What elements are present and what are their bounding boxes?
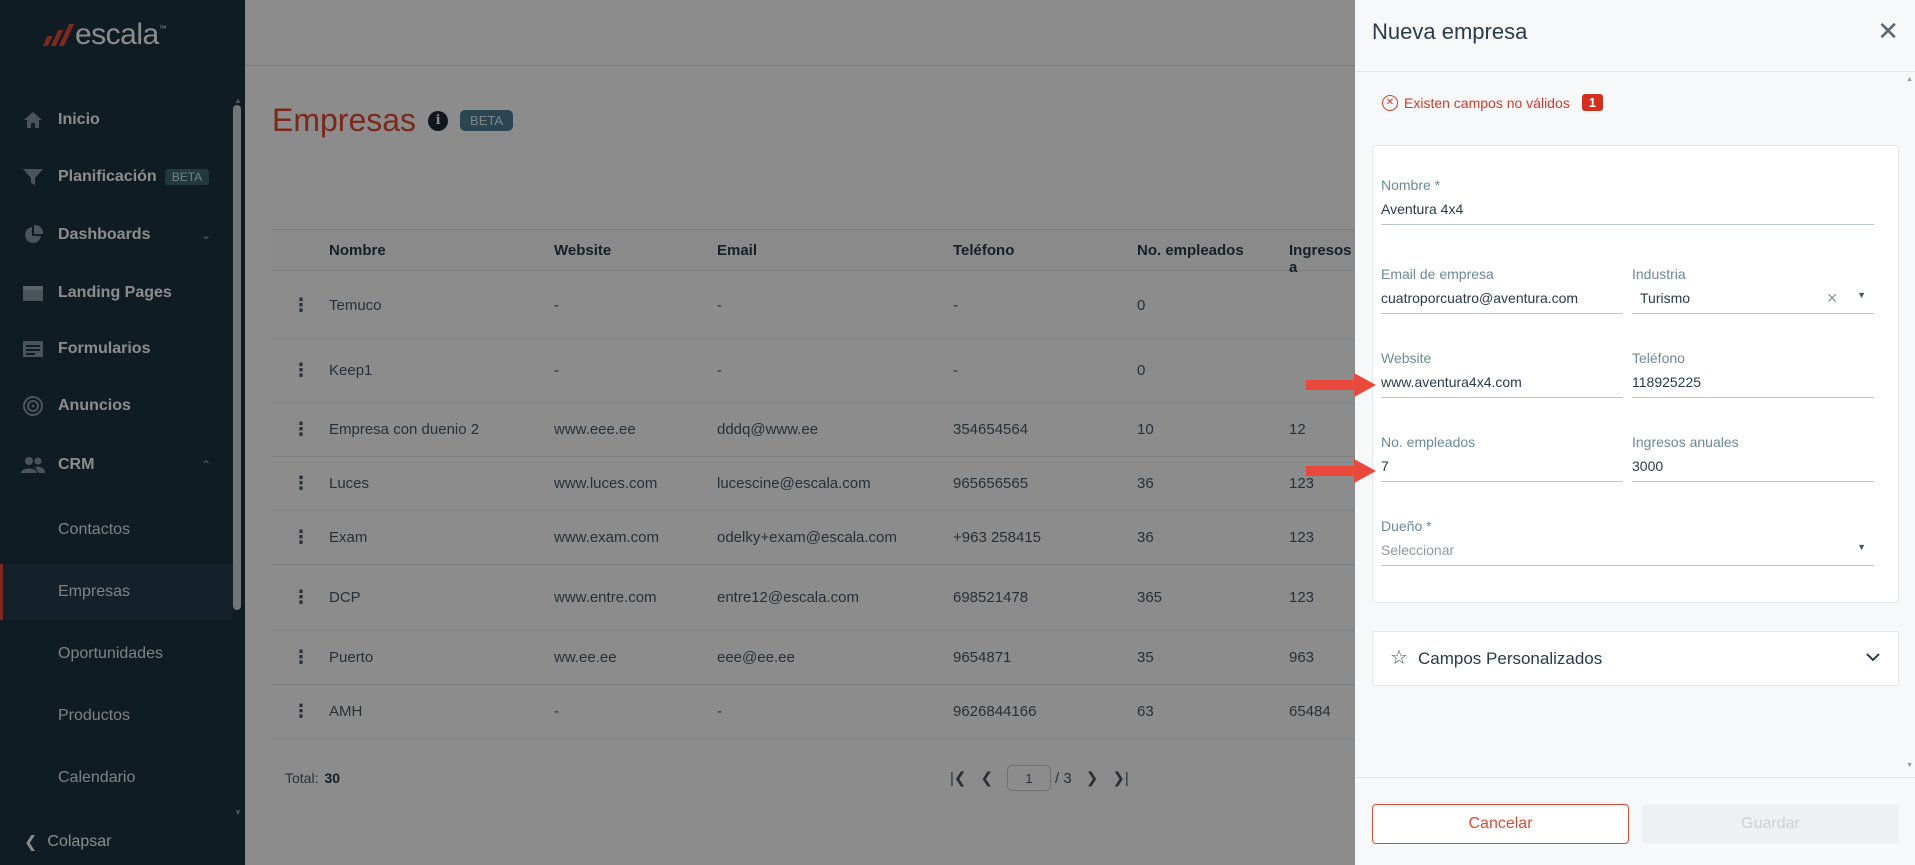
email-input[interactable]: cuatroporcuatro@aventura.com xyxy=(1381,290,1623,314)
telefono-label: Teléfono xyxy=(1632,350,1685,366)
validation-error: ✕ Existen campos no válidos 1 xyxy=(1382,94,1603,111)
caret-down-icon[interactable]: ▼ xyxy=(1857,290,1866,300)
scroll-up-icon[interactable]: ▲ xyxy=(1906,76,1913,83)
custom-fields-label: Campos Personalizados xyxy=(1418,649,1603,668)
dueno-placeholder: Seleccionar xyxy=(1381,542,1455,558)
nombre-label: Nombre * xyxy=(1381,177,1441,193)
company-form: Nombre * Aventura 4x4 Email de empresa c… xyxy=(1372,145,1899,603)
save-button[interactable]: Guardar xyxy=(1642,804,1899,844)
website-label: Website xyxy=(1381,350,1432,366)
email-label: Email de empresa xyxy=(1381,266,1494,282)
annotation-arrow-icon xyxy=(1306,459,1376,483)
empleados-field[interactable]: No. empleados 7 xyxy=(1381,434,1623,482)
industria-select[interactable]: Turismo ✕ ▼ xyxy=(1632,290,1874,314)
modal-backdrop[interactable] xyxy=(0,0,1355,865)
telefono-field[interactable]: Teléfono 118925225 xyxy=(1632,350,1874,398)
dueno-field[interactable]: Dueño * Seleccionar ▼ xyxy=(1381,518,1874,566)
clear-icon[interactable]: ✕ xyxy=(1826,290,1838,307)
telefono-input[interactable]: 118925225 xyxy=(1632,374,1874,398)
empleados-input[interactable]: 7 xyxy=(1381,458,1623,482)
annotation-arrow-icon xyxy=(1306,373,1376,397)
email-field[interactable]: Email de empresa cuatroporcuatro@aventur… xyxy=(1381,266,1623,314)
close-icon[interactable]: ✕ xyxy=(1877,16,1899,47)
industria-value: Turismo xyxy=(1640,290,1691,306)
website-input[interactable]: www.aventura4x4.com xyxy=(1381,374,1623,398)
drawer-footer: Cancelar Guardar xyxy=(1355,777,1915,865)
drawer-header: Nueva empresa ✕ xyxy=(1355,0,1915,72)
cancel-button[interactable]: Cancelar xyxy=(1372,804,1629,844)
new-company-drawer: Nueva empresa ✕ ▲ ▼ ✕ Existen campos no … xyxy=(1355,0,1915,865)
star-icon: ☆ xyxy=(1390,647,1408,669)
website-field[interactable]: Website www.aventura4x4.com xyxy=(1381,350,1623,398)
chevron-down-icon[interactable] xyxy=(1866,649,1880,665)
custom-fields-panel[interactable]: ☆ Campos Personalizados xyxy=(1372,631,1899,686)
ingresos-field[interactable]: Ingresos anuales 3000 xyxy=(1632,434,1874,482)
nombre-input[interactable]: Aventura 4x4 xyxy=(1381,201,1874,225)
industria-field[interactable]: Industria Turismo ✕ ▼ xyxy=(1632,266,1874,314)
dueno-select[interactable]: Seleccionar ▼ xyxy=(1381,542,1874,566)
error-count-badge: 1 xyxy=(1581,94,1603,111)
empleados-label: No. empleados xyxy=(1381,434,1476,450)
nombre-field[interactable]: Nombre * Aventura 4x4 xyxy=(1381,177,1874,225)
drawer-title: Nueva empresa xyxy=(1372,19,1528,44)
caret-down-icon[interactable]: ▼ xyxy=(1857,542,1866,552)
industria-label: Industria xyxy=(1632,266,1686,282)
ingresos-label: Ingresos anuales xyxy=(1632,434,1739,450)
error-text: Existen campos no válidos xyxy=(1404,94,1570,111)
dueno-label: Dueño * xyxy=(1381,518,1432,534)
error-circle-icon: ✕ xyxy=(1382,94,1398,111)
ingresos-input[interactable]: 3000 xyxy=(1632,458,1874,482)
scroll-down-icon[interactable]: ▼ xyxy=(1906,762,1913,769)
